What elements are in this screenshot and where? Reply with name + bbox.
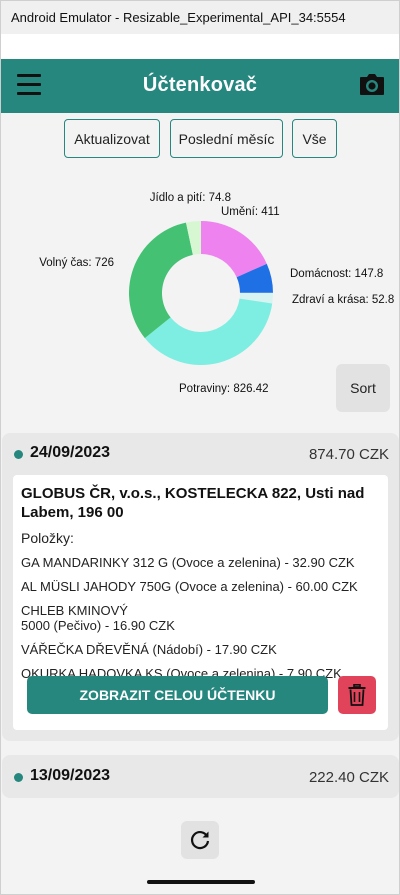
last-month-button[interactable]: Poslední měsíc [170, 119, 283, 158]
receipt-total: 874.70 CZK [308, 446, 389, 463]
main-content: Aktualizovat Poslední měsíc Vše Umění: 4… [1, 113, 399, 894]
donut-slice-4 [129, 222, 193, 339]
trash-icon [348, 684, 366, 706]
camera-icon[interactable] [359, 73, 385, 97]
donut-label-0: Umění: 411 [221, 206, 280, 218]
donut-label-1: Domácnost: 147.8 [290, 268, 383, 280]
list-item: GA MANDARINKY 312 G (Ovoce a zelenina) -… [21, 555, 355, 570]
list-item-line: 5000 (Pečivo) - 16.90 CZK [21, 618, 175, 633]
app-title: Účtenkovač [142, 74, 258, 96]
receipt-details: GLOBUS ČR, v.o.s., KOSTELECKA 822, Usti … [13, 475, 388, 730]
donut-label-3: Potraviny: 826.42 [179, 383, 269, 395]
receipt-bullet [14, 450, 23, 459]
receipt-date: 13/09/2023 [30, 767, 111, 784]
sort-button[interactable]: Sort [336, 364, 390, 412]
list-item: CHLEB KMINOVÝ 5000 (Pečivo) - 16.90 CZK [21, 603, 380, 633]
gesture-nav-handle[interactable] [147, 880, 255, 884]
items-label: Položky: [21, 530, 74, 546]
refresh-icon [191, 831, 210, 850]
store-name: GLOBUS ČR, v.o.s., KOSTELECKA 822, Usti … [21, 485, 365, 521]
list-item: VÁŘEČKA DŘEVĚNÁ (Nádobí) - 17.90 CZK [21, 642, 277, 657]
window-title: Android Emulator - Resizable_Experimenta… [1, 1, 399, 34]
receipt-card: 24/09/2023 874.70 CZK GLOBUS ČR, v.o.s.,… [2, 433, 399, 741]
status-bar [1, 34, 399, 59]
receipt-date: 24/09/2023 [30, 444, 111, 461]
receipt-bullet [14, 773, 23, 782]
list-item-line: CHLEB KMINOVÝ [21, 603, 128, 618]
show-full-receipt-button[interactable]: ZOBRAZIT CELOU ÚČTENKU [27, 676, 328, 714]
all-button[interactable]: Vše [292, 119, 337, 158]
donut-label-2: Zdraví a krása: 52.8 [292, 294, 394, 306]
receipt-header[interactable]: 24/09/2023 874.70 CZK [2, 433, 399, 475]
app-bar: Účtenkovač [1, 59, 399, 113]
emulator-frame: Android Emulator - Resizable_Experimenta… [0, 0, 400, 895]
donut-label-4: Volný čas: 726 [39, 257, 114, 269]
receipt-total: 222.40 CZK [308, 769, 389, 786]
delete-receipt-button[interactable] [338, 676, 376, 714]
refresh-data-button[interactable]: Aktualizovat [64, 119, 160, 158]
receipt-card[interactable]: 13/09/2023 222.40 CZK [2, 755, 399, 798]
donut-label-5: Jídlo a pití: 74.8 [150, 192, 231, 204]
refresh-button[interactable] [181, 821, 219, 859]
list-item: AL MÜSLI JAHODY 750G (Ovoce a zelenina) … [21, 579, 358, 594]
